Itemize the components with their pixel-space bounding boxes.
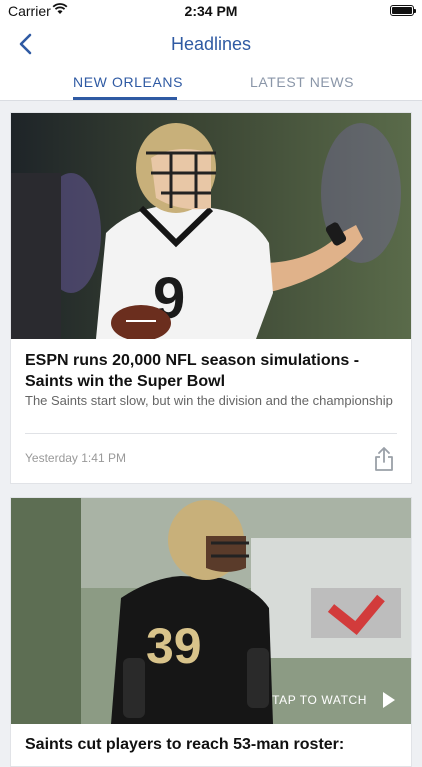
tab-latest-news[interactable]: LATEST NEWS [250,74,354,90]
article-timestamp: Yesterday 1:41 PM [25,451,126,465]
football-player-photo: 9 [11,113,411,339]
play-icon [383,692,395,708]
tap-to-watch-button[interactable]: TAP TO WATCH [272,692,395,708]
divider [25,433,397,434]
tab-new-orleans[interactable]: NEW ORLEANS [73,74,183,90]
battery-icon [390,5,416,16]
tab-bar: NEW ORLEANS LATEST NEWS [0,66,422,101]
status-bar: Carrier 2:34 PM [0,0,422,22]
article-card[interactable]: 9 ESPN runs 20,000 NFL season simulation… [10,112,412,484]
page-title: Headlines [170,34,252,54]
share-icon [375,447,393,471]
jersey-number: 39 [146,618,202,674]
article-summary: The Saints start slow, but win the divis… [25,393,393,408]
tap-to-watch-label: TAP TO WATCH [272,693,368,707]
article-title[interactable]: Saints cut players to reach 53-man roste… [25,734,397,755]
article-title[interactable]: ESPN runs 20,000 NFL season simulations … [25,350,397,392]
article-image[interactable]: 9 [11,113,411,339]
article-video-thumbnail[interactable]: 39 TAP TO WATCH [11,498,411,724]
active-tab-indicator [73,97,177,100]
share-button[interactable] [373,446,395,472]
navigation-bar: Headlines [0,22,422,66]
status-time: 2:34 PM [184,3,238,19]
football-player-photo: 39 [11,498,411,724]
article-card[interactable]: 39 TAP TO WATCH Saints cut players to re… [10,497,412,767]
